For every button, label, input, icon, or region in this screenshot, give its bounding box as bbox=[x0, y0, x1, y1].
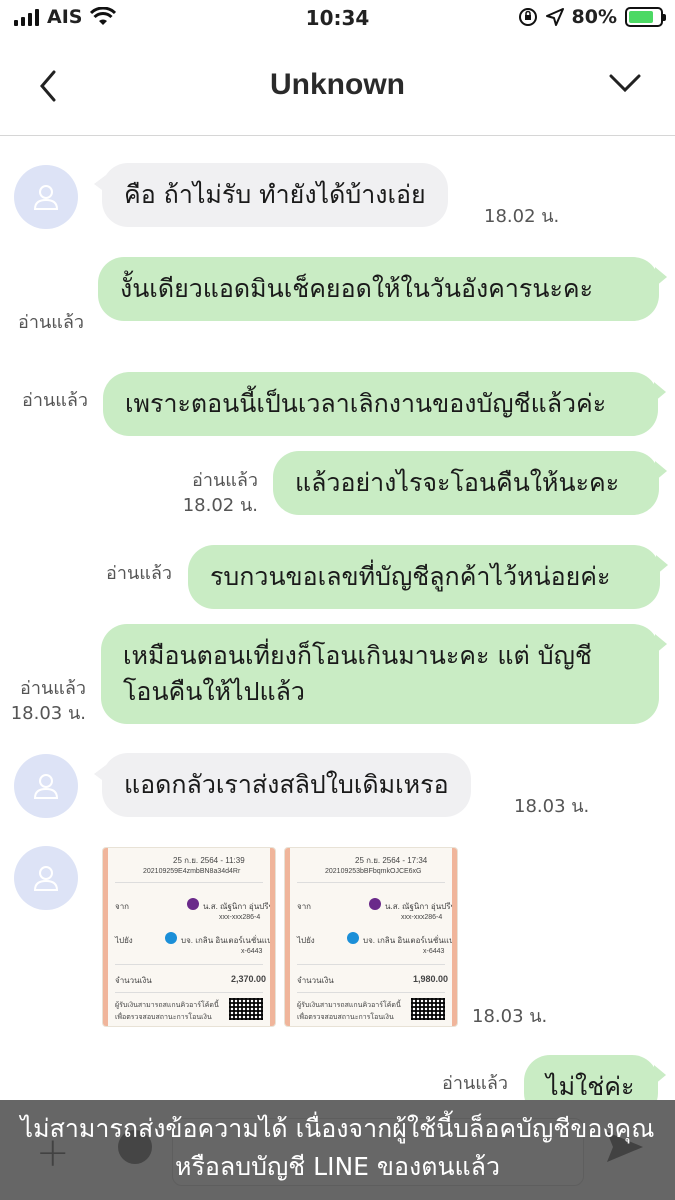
message-time: 18.02 น. bbox=[484, 206, 560, 227]
bank-logo-icon bbox=[165, 932, 177, 944]
slip-date: 25 ก.ย. 2564 - 17:34 bbox=[355, 856, 428, 865]
status-bar: AIS 10:34 80% bbox=[0, 0, 675, 38]
slip-amount: 2,370.00 bbox=[231, 974, 267, 984]
battery-fill bbox=[629, 11, 653, 23]
battery-icon bbox=[625, 7, 666, 27]
slip-to-name: บจ. เกลิน อินเตอร์เนชั่นแนล bbox=[181, 936, 276, 945]
orientation-lock-icon bbox=[518, 8, 537, 26]
slip-from-label: จาก bbox=[297, 902, 312, 911]
message-bubble[interactable]: รบกวนขอเลขที่บัญชีลูกค้าไว้หน่อยค่ะ bbox=[188, 545, 668, 609]
transfer-slip-image[interactable]: 25 ก.ย. 2564 - 17:34 202109253bBFbqmkOJC… bbox=[284, 847, 458, 1027]
slip-to-name: บจ. เกลิน อินเตอร์เนชั่นแนล bbox=[363, 936, 458, 945]
slip-to-account: x-6443 bbox=[423, 948, 445, 955]
user-icon bbox=[33, 185, 59, 210]
message-bubble[interactable]: คือ ถ้าไม่รับ ทำยังได้บ้างเอ่ย bbox=[94, 163, 448, 227]
avatar[interactable] bbox=[14, 846, 78, 910]
slip-from-label: จาก bbox=[115, 902, 130, 911]
slip-ref: 202109253bBFbqmkOJCE6xG bbox=[325, 868, 422, 875]
message-bubble[interactable]: ไม่ใช่ค่ะ bbox=[524, 1055, 666, 1100]
slip-note: ผู้รับเงินสามารถสแกนคิวอาร์โค้ดนี้ bbox=[115, 1002, 219, 1009]
message-time: 18.03 น. bbox=[10, 703, 86, 724]
read-receipt: อ่านแล้ว bbox=[18, 312, 84, 333]
read-receipt: อ่านแล้ว bbox=[192, 470, 258, 491]
slip-from-account: xxx-xxx286-4 bbox=[401, 914, 443, 921]
message-bubble[interactable]: แล้วอย่างไรจะโอนคืนให้นะคะ bbox=[273, 451, 667, 515]
message-bubble[interactable]: เพราะตอนนี้เป็นเวลาเลิกงานของบัญชีแล้วค่… bbox=[103, 372, 666, 436]
slip-from-name: น.ส. ณัฐนิกา อุ่นปรีชาวณิชย์ bbox=[385, 902, 457, 911]
slip-amount: 1,980.00 bbox=[413, 974, 449, 984]
blocked-notice: ไม่สามารถส่งข้อความได้ เนื่องจากผู้ใช้นี… bbox=[0, 1100, 675, 1200]
message-composer: + ไม่สามารถส่งข้อความได้ เนื่องจากผู้ใช้… bbox=[0, 1100, 675, 1200]
slip-to-label: ไปยัง bbox=[297, 936, 315, 945]
slip-note: เพื่อตรวจสอบสถานะการโอนเงิน bbox=[297, 1014, 394, 1021]
battery-percent: 80% bbox=[571, 6, 617, 28]
bank-logo-icon bbox=[347, 932, 359, 944]
message-bubble[interactable]: เหมือนตอนเที่ยงก็โอนเกินมานะคะ แต่ บัญชี… bbox=[101, 624, 667, 724]
slip-to-account: x-6443 bbox=[241, 948, 263, 955]
slip-amount-label: จำนวนเงิน bbox=[297, 976, 334, 985]
slip-from-account: xxx-xxx286-4 bbox=[219, 914, 261, 921]
slip-note: เพื่อตรวจสอบสถานะการโอนเงิน bbox=[115, 1014, 212, 1021]
bank-logo-icon bbox=[187, 898, 199, 910]
slip-amount-label: จำนวนเงิน bbox=[115, 976, 152, 985]
message-bubble[interactable]: แอดกลัวเราส่งสลิปใบเดิมเหรอ bbox=[94, 753, 471, 817]
read-receipt: อ่านแล้ว bbox=[20, 678, 86, 699]
message-bubble[interactable]: งั้นเดียวแอดมินเช็คยอดให้ในวันอังคารนะคะ bbox=[98, 257, 667, 321]
slip-from-name: น.ส. ณัฐนิกา อุ่นปรีชาวณิชย์ bbox=[203, 902, 275, 911]
transfer-slip-image[interactable]: 25 ก.ย. 2564 - 11:39 202109259E4zmbBN8a3… bbox=[102, 847, 276, 1027]
read-receipt: อ่านแล้ว bbox=[106, 563, 172, 584]
slip-to-label: ไปยัง bbox=[115, 936, 133, 945]
chevron-down-icon[interactable] bbox=[607, 68, 643, 98]
avatar[interactable] bbox=[14, 165, 78, 229]
slip-ref: 202109259E4zmbBN8a34d4Rr bbox=[143, 868, 241, 875]
avatar[interactable] bbox=[14, 754, 78, 818]
message-list[interactable]: คือ ถ้าไม่รับ ทำยังได้บ้างเอ่ย 18.02 น. … bbox=[0, 137, 675, 1100]
user-icon bbox=[33, 774, 59, 799]
read-receipt: อ่านแล้ว bbox=[442, 1073, 508, 1094]
chat-title: Unknown bbox=[270, 68, 405, 101]
bank-logo-icon bbox=[369, 898, 381, 910]
chat-header: Unknown bbox=[0, 38, 675, 136]
message-time: 18.03 น. bbox=[472, 1006, 548, 1027]
location-icon bbox=[545, 8, 564, 26]
read-receipt: อ่านแล้ว bbox=[22, 390, 88, 411]
message-time: 18.02 น. bbox=[182, 495, 258, 516]
user-icon bbox=[33, 866, 59, 891]
qr-code-icon bbox=[229, 998, 263, 1020]
qr-code-icon bbox=[411, 998, 445, 1020]
slip-note: ผู้รับเงินสามารถสแกนคิวอาร์โค้ดนี้ bbox=[297, 1002, 401, 1009]
slip-date: 25 ก.ย. 2564 - 11:39 bbox=[173, 856, 245, 865]
message-time: 18.03 น. bbox=[514, 796, 590, 817]
